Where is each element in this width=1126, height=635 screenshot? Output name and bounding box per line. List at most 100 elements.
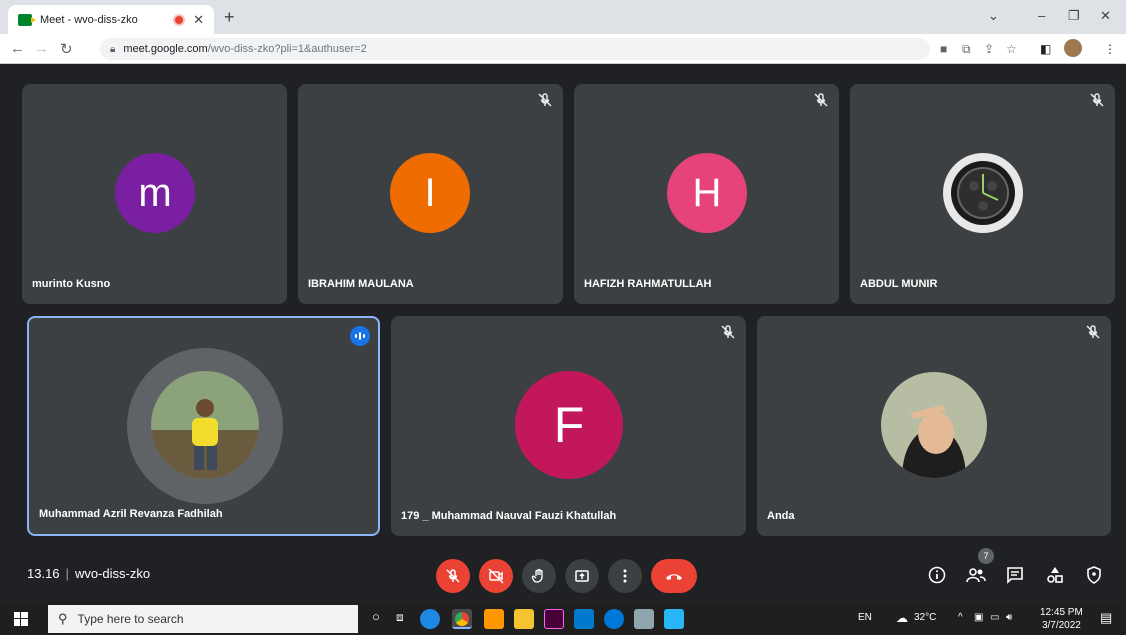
present-icon: [575, 570, 589, 582]
people-button[interactable]: [964, 563, 988, 587]
chat-button[interactable]: [1003, 563, 1027, 587]
more-vert-icon: [623, 569, 627, 583]
avatar: I: [390, 153, 470, 233]
participant-tile[interactable]: Anda: [757, 316, 1111, 536]
more-options-button[interactable]: [608, 559, 642, 593]
language-indicator[interactable]: EN: [858, 612, 872, 623]
people-count-badge: 7: [978, 548, 994, 564]
participant-name: murinto Kusno: [32, 278, 111, 290]
minimize-icon[interactable]: –: [1038, 8, 1045, 23]
notifications-icon[interactable]: ▤: [1100, 610, 1112, 626]
forward-icon[interactable]: →: [34, 40, 49, 57]
side-panel-icon[interactable]: ◧: [1040, 42, 1051, 56]
mic-toggle-button[interactable]: [436, 559, 470, 593]
restore-icon[interactable]: ❐: [1068, 8, 1080, 24]
avatar-initial: F: [553, 397, 585, 453]
raise-hand-button[interactable]: [522, 559, 556, 593]
mic-off-icon: [814, 93, 828, 107]
profile-avatar[interactable]: [1064, 39, 1082, 57]
chevron-up-icon[interactable]: ^: [958, 612, 963, 623]
edge-icon[interactable]: [420, 609, 440, 629]
network-icon[interactable]: ▣: [974, 612, 983, 623]
menu-kebab-icon[interactable]: ⋮: [1104, 42, 1116, 56]
people-icon: [966, 568, 986, 583]
browser-tab-bar: Meet - wvo-diss-zko ✕ + ⌄ – ❐ ✕: [0, 0, 1126, 34]
battery-icon[interactable]: ▭: [990, 612, 999, 623]
participant-name: HAFIZH RAHMATULLAH: [584, 278, 712, 290]
close-tab-icon[interactable]: ✕: [193, 12, 204, 28]
lock-icon: 🔒︎: [110, 43, 116, 55]
mic-off-icon: [1090, 93, 1104, 107]
mic-off-icon: [538, 93, 552, 107]
clock-time: 12:45 PM: [1040, 607, 1083, 618]
activities-icon: [1047, 567, 1063, 583]
taskbar-search-box[interactable]: ⚲ Type here to search: [48, 605, 358, 633]
mic-off-icon: [1086, 325, 1100, 339]
task-view-icon[interactable]: ⧈: [396, 610, 404, 625]
tab-title: Meet - wvo-diss-zko: [40, 13, 138, 26]
meeting-time: 13.16: [27, 566, 60, 581]
participant-name: Anda: [767, 510, 795, 522]
participant-tile[interactable]: m murinto Kusno: [22, 84, 287, 304]
share-icon[interactable]: ⇪: [984, 42, 994, 56]
present-screen-button[interactable]: [565, 559, 599, 593]
participant-tile[interactable]: F 179 _ Muhammad Nauval Fauzi Khatullah: [391, 316, 746, 536]
shield-icon: [1087, 566, 1101, 584]
self-profile-photo: [881, 372, 987, 478]
app-icon[interactable]: [634, 609, 654, 629]
windows-taskbar: ⚲ Type here to search ○ ⧈ EN ☁ 32°C ^ ▣ …: [0, 603, 1126, 635]
new-tab-button[interactable]: +: [224, 7, 235, 28]
cloud-icon[interactable]: ☁: [896, 611, 908, 625]
activities-button[interactable]: [1043, 563, 1067, 587]
app-icon[interactable]: [604, 609, 624, 629]
camera-off-icon: [488, 568, 504, 584]
address-toolbar: ← → ↻ 🔒︎ meet.google.com/wvo-diss-zko?pl…: [0, 34, 1126, 64]
meeting-code: wvo-diss-zko: [74, 566, 151, 581]
avatar-initial: I: [424, 170, 436, 215]
url-bar[interactable]: 🔒︎ meet.google.com/wvo-diss-zko?pli=1&au…: [100, 38, 930, 60]
app-icon[interactable]: [664, 609, 684, 629]
tab-search-icon[interactable]: ⌄: [988, 8, 999, 24]
url-path: /wvo-diss-zko?pli=1&authuser=2: [207, 43, 367, 55]
avatar-initial: H: [692, 170, 722, 215]
reload-icon[interactable]: ↻: [60, 40, 73, 58]
hand-icon: [531, 568, 543, 583]
meet-logo-icon: [18, 13, 36, 26]
participant-name: IBRAHIM MAULANA: [308, 278, 414, 290]
sublime-text-icon[interactable]: [484, 609, 504, 629]
participant-tile[interactable]: I IBRAHIM MAULANA: [298, 84, 563, 304]
url-host: meet.google.com: [123, 43, 208, 55]
participant-name: Muhammad Azril Revanza Fadhilah: [39, 508, 223, 520]
avatar: H: [667, 153, 747, 233]
file-explorer-icon[interactable]: [514, 609, 534, 629]
camera-toggle-button[interactable]: [479, 559, 513, 593]
hang-up-icon: [666, 574, 682, 580]
camera-in-use-icon[interactable]: ■: [940, 42, 947, 56]
host-controls-button[interactable]: [1082, 563, 1106, 587]
weather-temp[interactable]: 32°C: [914, 612, 936, 623]
leave-call-button[interactable]: [651, 559, 697, 593]
vscode-icon[interactable]: [574, 609, 594, 629]
browser-tab[interactable]: Meet - wvo-diss-zko ✕: [8, 5, 214, 34]
volume-icon[interactable]: 🔊︎: [1006, 612, 1012, 623]
speaking-indicator-icon: [350, 326, 370, 346]
windows-start-icon[interactable]: [14, 612, 28, 626]
avatar-initial: m: [138, 170, 172, 215]
close-window-icon[interactable]: ✕: [1100, 8, 1111, 24]
adobe-xd-icon[interactable]: [544, 609, 564, 629]
participant-name: ABDUL MUNIR: [860, 278, 938, 290]
bookmark-star-icon[interactable]: ☆: [1006, 42, 1017, 56]
clock[interactable]: 12:45 PM 3/7/2022: [1040, 606, 1083, 632]
back-icon[interactable]: ←: [10, 40, 25, 57]
open-in-window-icon[interactable]: ⧉: [962, 42, 971, 57]
participant-name: 179 _ Muhammad Nauval Fauzi Khatullah: [401, 510, 617, 522]
chrome-icon[interactable]: [452, 609, 472, 629]
participant-tile[interactable]: ABDUL MUNIR: [850, 84, 1115, 304]
meeting-details-button[interactable]: [925, 563, 949, 587]
participant-tile-speaking[interactable]: Muhammad Azril Revanza Fadhilah: [27, 316, 380, 536]
participant-tile[interactable]: H HAFIZH RAHMATULLAH: [574, 84, 839, 304]
cortana-icon[interactable]: ○: [372, 609, 380, 624]
mic-off-icon: [721, 325, 735, 339]
meeting-info: 13.16 | wvo-diss-zko: [27, 566, 150, 581]
recording-indicator-icon: [175, 15, 184, 24]
